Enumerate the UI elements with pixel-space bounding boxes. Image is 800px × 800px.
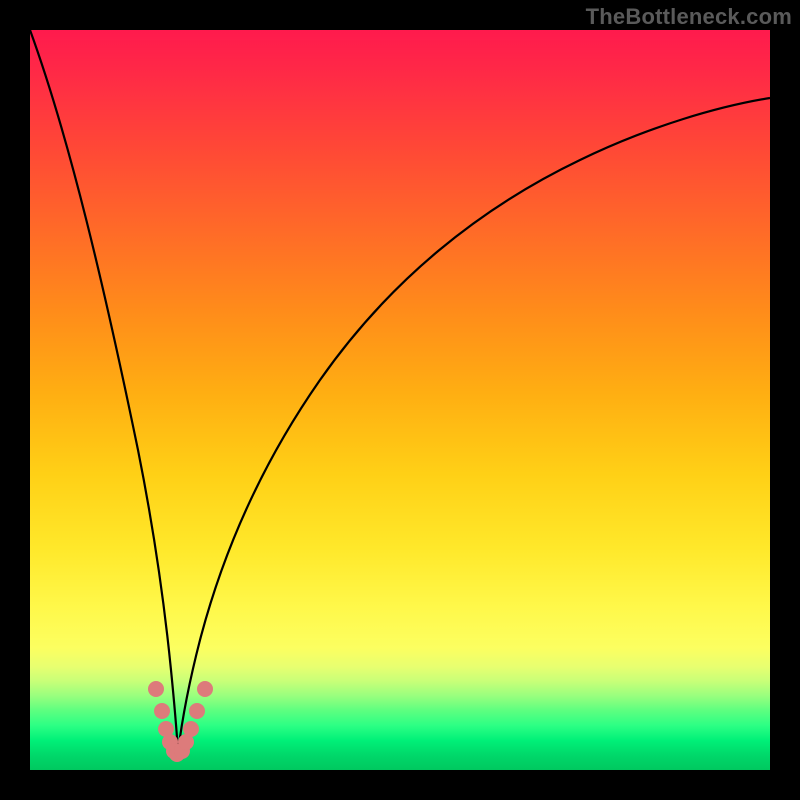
bottleneck-curve-left (30, 30, 178, 752)
plot-area (30, 30, 770, 770)
bottleneck-curve-svg (30, 30, 770, 770)
bottleneck-curve-right (178, 98, 770, 752)
marker-cluster (148, 681, 213, 762)
watermark-text: TheBottleneck.com (586, 4, 792, 30)
